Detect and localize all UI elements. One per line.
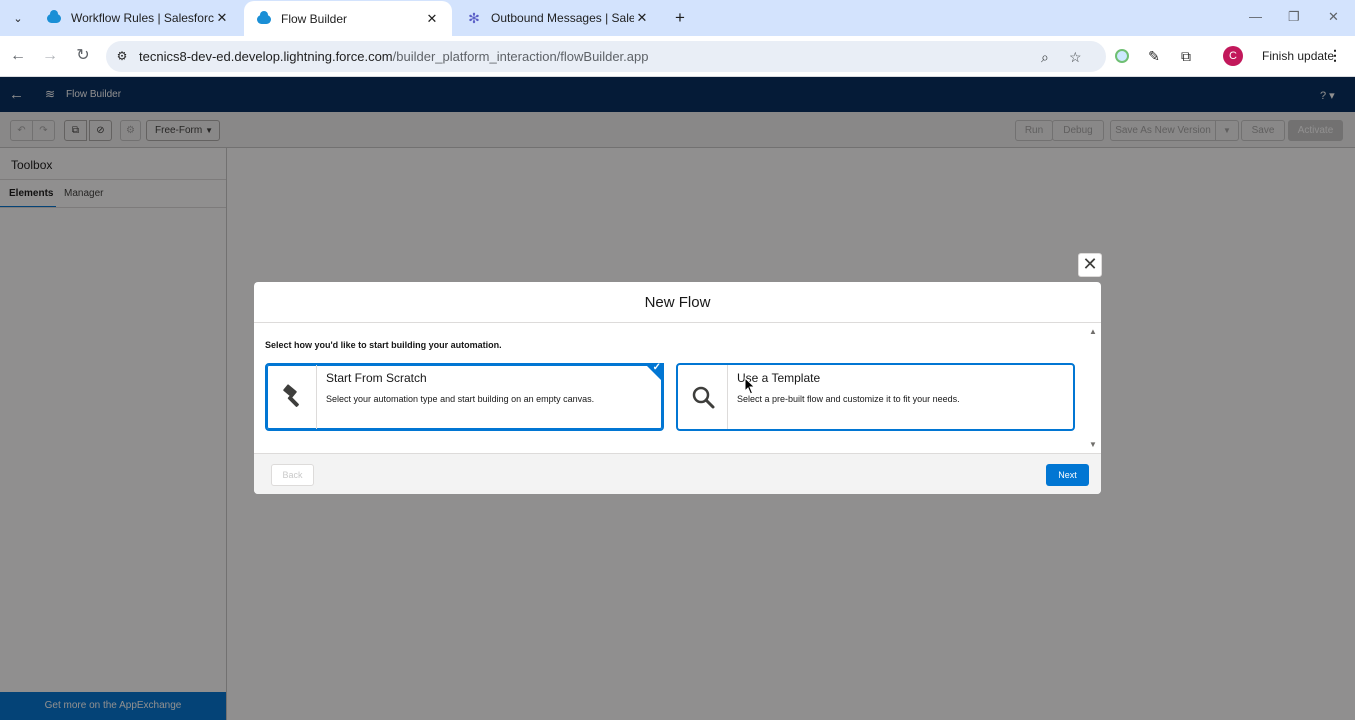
zoom-magnifier-icon[interactable]: ⌕ — [1041, 49, 1049, 66]
search-icon — [692, 386, 714, 409]
browser-tab-outbound-messages[interactable]: ✻ Outbound Messages | Salesforc ✕ — [454, 0, 662, 36]
forward-arrow-icon[interactable]: → — [41, 47, 59, 65]
option-use-a-template[interactable]: Use a Template Select a pre-built flow a… — [676, 363, 1075, 431]
option-icon-area — [678, 365, 728, 429]
modal-title: New Flow — [644, 294, 711, 311]
close-icon[interactable]: ✕ — [634, 10, 650, 26]
hammer-icon — [282, 384, 299, 407]
puzzle-extensions-icon[interactable]: ⧉ — [1177, 47, 1195, 65]
extension-circle-icon[interactable] — [1113, 47, 1131, 65]
modal-body: ▲ ▼ Select how you'd like to start build… — [254, 324, 1101, 454]
minimize-icon[interactable]: — — [1249, 9, 1262, 24]
gear-flower-icon: ✻ — [468, 9, 480, 26]
tab-title: Workflow Rules | Salesforce — [71, 11, 214, 25]
next-button[interactable]: Next — [1046, 464, 1089, 486]
modal-prompt: Select how you'd like to start building … — [265, 340, 502, 350]
scroll-down-arrow-icon[interactable]: ▼ — [1089, 440, 1097, 449]
new-tab-plus-icon[interactable]: + — [670, 8, 690, 28]
option-icon-area — [267, 365, 317, 429]
tab-title: Flow Builder — [281, 12, 348, 26]
salesforce-cloud-icon — [256, 10, 272, 27]
browser-tab-bar: ⌄ Workflow Rules | Salesforce ✕ Flow Bui… — [0, 0, 1355, 37]
close-icon[interactable]: ✕ — [214, 10, 230, 26]
modal-header: New Flow — [254, 282, 1101, 323]
more-vert-icon[interactable]: ⋮ — [1328, 47, 1342, 64]
url-text[interactable]: tecnics8-dev-ed.develop.lightning.force.… — [139, 49, 648, 64]
tab-title: Outbound Messages | Salesforc — [491, 11, 634, 25]
site-info-icon[interactable]: ⚙ — [114, 49, 130, 65]
option-description: Select a pre-built flow and customize it… — [737, 394, 960, 404]
back-arrow-icon[interactable]: ← — [9, 47, 27, 65]
url-omnibox[interactable]: ⚙ tecnics8-dev-ed.develop.lightning.forc… — [106, 41, 1106, 72]
finish-update-label: Finish update — [1262, 49, 1335, 63]
new-flow-modal: New Flow ▲ ▼ Select how you'd like to st… — [254, 282, 1101, 494]
close-icon[interactable]: ✕ — [424, 11, 440, 27]
scroll-up-arrow-icon[interactable]: ▲ — [1089, 327, 1097, 336]
checkmark-icon: ✓ — [652, 362, 661, 373]
option-title: Start From Scratch — [326, 371, 427, 385]
tab-search-chevron-icon[interactable]: ⌄ — [8, 9, 28, 27]
modal-close-icon[interactable]: ✕ — [1078, 253, 1102, 277]
restore-icon[interactable]: ❐ — [1288, 9, 1300, 25]
url-path: /builder_platform_interaction/flowBuilde… — [392, 49, 649, 64]
browser-tab-flow-builder[interactable]: Flow Builder ✕ — [244, 1, 452, 37]
window-close-icon[interactable]: ✕ — [1328, 9, 1339, 25]
bookmark-star-icon[interactable]: ☆ — [1069, 49, 1082, 66]
eyedropper-icon[interactable]: ✎ — [1145, 47, 1163, 65]
url-host: tecnics8-dev-ed.develop.lightning.force.… — [139, 49, 393, 64]
option-start-from-scratch[interactable]: Start From Scratch Select your automatio… — [265, 362, 664, 431]
option-description: Select your automation type and start bu… — [326, 394, 595, 404]
salesforce-cloud-icon — [46, 9, 62, 26]
profile-avatar[interactable]: C — [1223, 46, 1243, 66]
browser-tab-workflow-rules[interactable]: Workflow Rules | Salesforce ✕ — [34, 0, 242, 36]
reload-icon[interactable]: ↻ — [74, 47, 92, 65]
modal-footer: Back Next — [254, 453, 1101, 494]
finish-update-button[interactable]: Finish update ⋮ — [1252, 41, 1350, 71]
back-button[interactable]: Back — [271, 464, 314, 486]
mouse-cursor-icon — [744, 377, 756, 395]
browser-address-bar: ← → ↻ ⚙ tecnics8-dev-ed.develop.lightnin… — [0, 36, 1355, 77]
